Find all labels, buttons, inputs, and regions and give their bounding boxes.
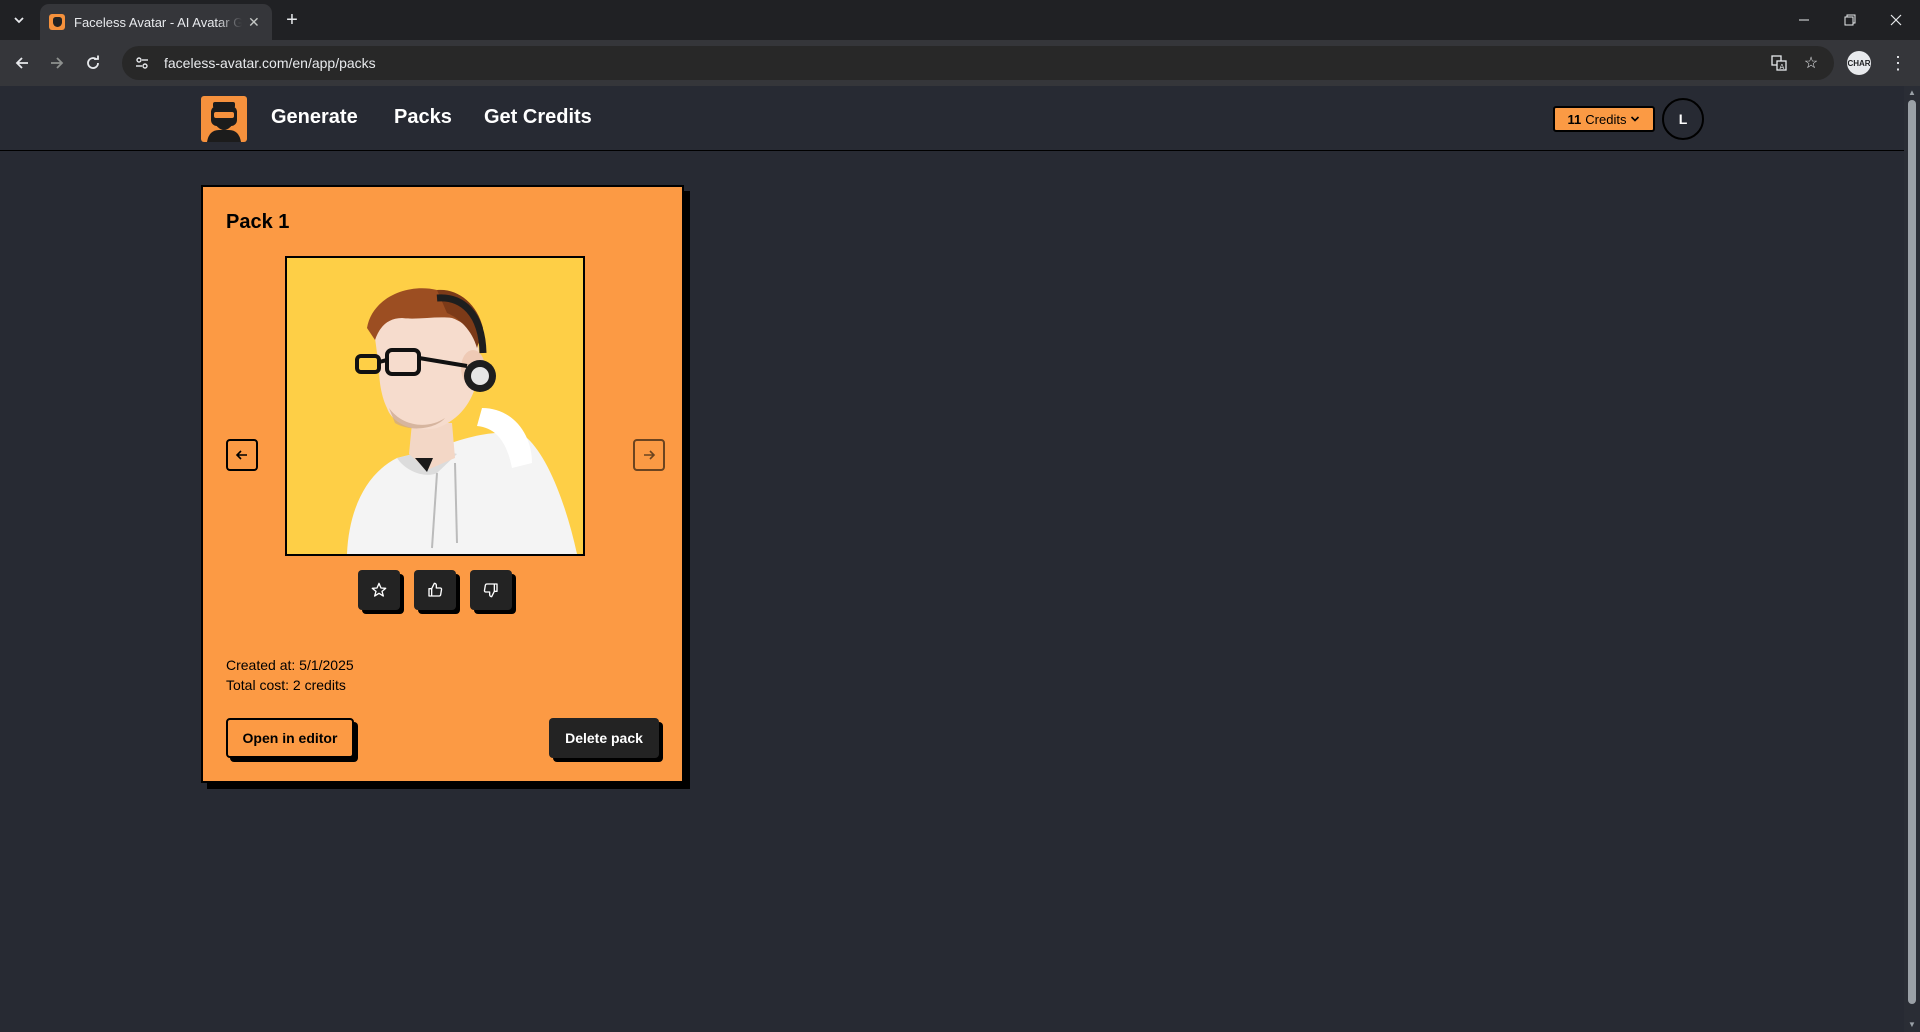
scroll-up-icon[interactable]: ▲ [1908, 88, 1916, 97]
open-in-editor-button[interactable]: Open in editor [226, 718, 354, 758]
svg-text:A: A [1780, 63, 1785, 71]
delete-pack-button[interactable]: Delete pack [549, 718, 659, 758]
thumbs-down-icon [483, 583, 498, 598]
tab-search-icon[interactable] [6, 8, 32, 32]
credits-dropdown-button[interactable]: 11 Credits [1553, 106, 1655, 132]
back-icon[interactable] [9, 50, 35, 76]
scroll-down-icon[interactable]: ▼ [1908, 1020, 1916, 1029]
tab-close-icon[interactable]: ✕ [248, 14, 260, 31]
nav-generate[interactable]: Generate [271, 106, 358, 129]
minimize-icon[interactable] [1781, 0, 1827, 40]
star-icon [371, 582, 387, 597]
next-image-button[interactable] [633, 439, 665, 471]
forward-icon[interactable] [44, 50, 70, 76]
chevron-down-icon [1630, 112, 1640, 127]
page-scrollbar[interactable]: ▲ ▼ [1904, 86, 1920, 1032]
address-bar[interactable]: faceless-avatar.com/en/app/packs A ☆ [122, 46, 1834, 80]
url-text: faceless-avatar.com/en/app/packs [164, 55, 376, 71]
faceless-logo-icon[interactable] [201, 96, 247, 142]
new-tab-icon[interactable]: + [280, 8, 304, 32]
site-header: Generate Packs Get Credits 11 Credits L [0, 86, 1904, 151]
dislike-button[interactable] [470, 570, 512, 610]
browser-toolbar: faceless-avatar.com/en/app/packs A ☆ CHA… [0, 40, 1920, 86]
browser-menu-icon[interactable]: ⋮ [1886, 51, 1910, 75]
created-at-text: Created at: 5/1/2025 [226, 657, 354, 673]
previous-image-button[interactable] [226, 439, 258, 471]
arrow-left-icon [235, 450, 247, 460]
translate-icon[interactable]: A [1766, 46, 1792, 80]
credits-count: 11 [1567, 111, 1582, 127]
favorite-button[interactable] [358, 570, 400, 610]
restore-icon[interactable] [1827, 0, 1873, 40]
total-cost-text: Total cost: 2 credits [226, 677, 346, 693]
nav-packs[interactable]: Packs [394, 106, 452, 129]
nav-get-credits[interactable]: Get Credits [484, 106, 592, 129]
pack-card: Pack 1 Created at: 5/1/2025 Total cost: … [201, 185, 684, 783]
tab-title: Faceless Avatar - AI Avatar Generator [74, 14, 242, 30]
browser-tab[interactable]: Faceless Avatar - AI Avatar Generator ✕ [40, 4, 272, 40]
browser-tab-strip: Faceless Avatar - AI Avatar Generator ✕ … [0, 0, 1920, 40]
reload-icon[interactable] [80, 50, 106, 76]
pack-title: Pack 1 [226, 211, 290, 233]
credits-label: Credits [1585, 111, 1627, 127]
avatar-image [285, 256, 585, 556]
thumbs-up-icon [428, 582, 443, 597]
favicon-icon [49, 14, 65, 30]
user-avatar-button[interactable]: L [1662, 98, 1704, 140]
site-info-icon[interactable] [132, 53, 152, 73]
scroll-thumb[interactable] [1908, 100, 1916, 1004]
like-button[interactable] [414, 570, 456, 610]
close-window-icon[interactable] [1873, 0, 1919, 40]
bookmark-star-icon[interactable]: ☆ [1798, 46, 1824, 80]
arrow-right-icon [644, 450, 656, 460]
extension-icon[interactable]: CHAR [1847, 51, 1871, 75]
